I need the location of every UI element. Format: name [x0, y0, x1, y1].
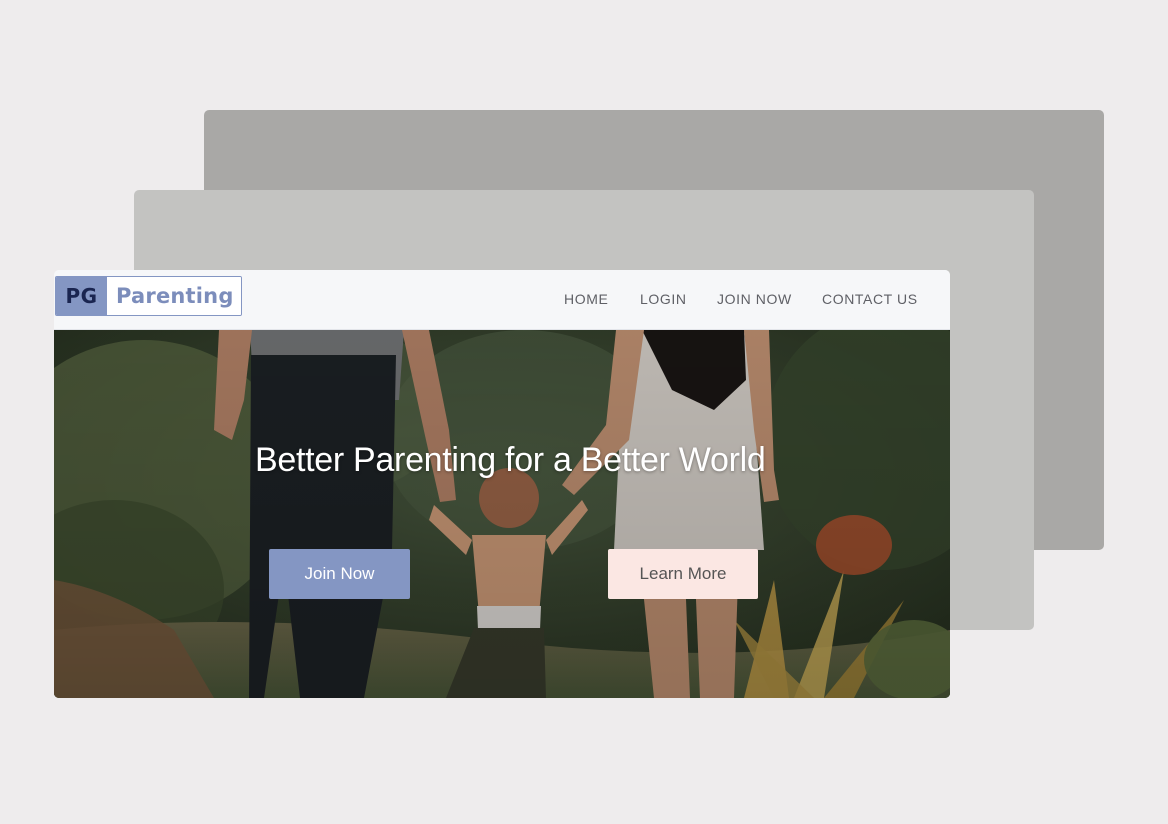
nav-contact-us-link[interactable]: CONTACT US: [822, 291, 918, 307]
logo-wordmark: Parenting: [107, 277, 241, 315]
logo-mark: PG: [56, 277, 107, 315]
hero-title: Better Parenting for a Better World: [255, 441, 766, 479]
nav-login-link[interactable]: LOGIN: [640, 291, 687, 307]
join-now-button[interactable]: Join Now: [269, 549, 410, 599]
navbar: PG Parenting HOME LOGIN JOIN NOW CONTACT…: [54, 270, 950, 330]
site-logo[interactable]: PG Parenting: [55, 276, 242, 316]
hero-background-image: [54, 330, 950, 698]
hero-section: Better Parenting for a Better World Join…: [54, 330, 950, 698]
nav-join-now-link[interactable]: JOIN NOW: [717, 291, 792, 307]
nav-home-link[interactable]: HOME: [564, 291, 608, 307]
learn-more-button[interactable]: Learn More: [608, 549, 758, 599]
website-preview: PG Parenting HOME LOGIN JOIN NOW CONTACT…: [54, 270, 950, 698]
